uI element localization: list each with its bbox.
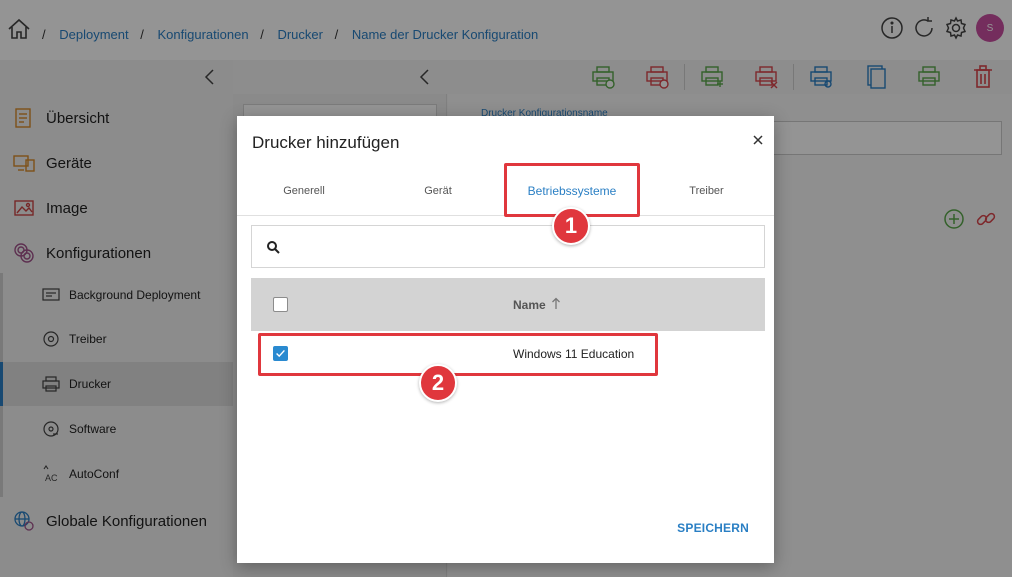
sort-ascending-icon[interactable] (551, 297, 561, 310)
callout-marker-2: 2 (419, 364, 457, 402)
tab-geraet[interactable]: Gerät (371, 166, 505, 216)
callout-highlight-row (258, 333, 658, 376)
tab-generell[interactable]: Generell (237, 166, 371, 216)
table-header: Name (251, 278, 765, 331)
dialog-title: Drucker hinzufügen (252, 133, 400, 152)
close-icon[interactable] (752, 134, 764, 146)
search-icon (267, 241, 280, 254)
column-header-name[interactable]: Name (513, 298, 546, 312)
callout-marker-1: 1 (552, 207, 590, 245)
search-input[interactable] (251, 225, 765, 268)
tab-treiber[interactable]: Treiber (639, 166, 774, 216)
save-button[interactable]: SPEICHERN (677, 521, 749, 535)
select-all-checkbox[interactable] (273, 297, 288, 312)
